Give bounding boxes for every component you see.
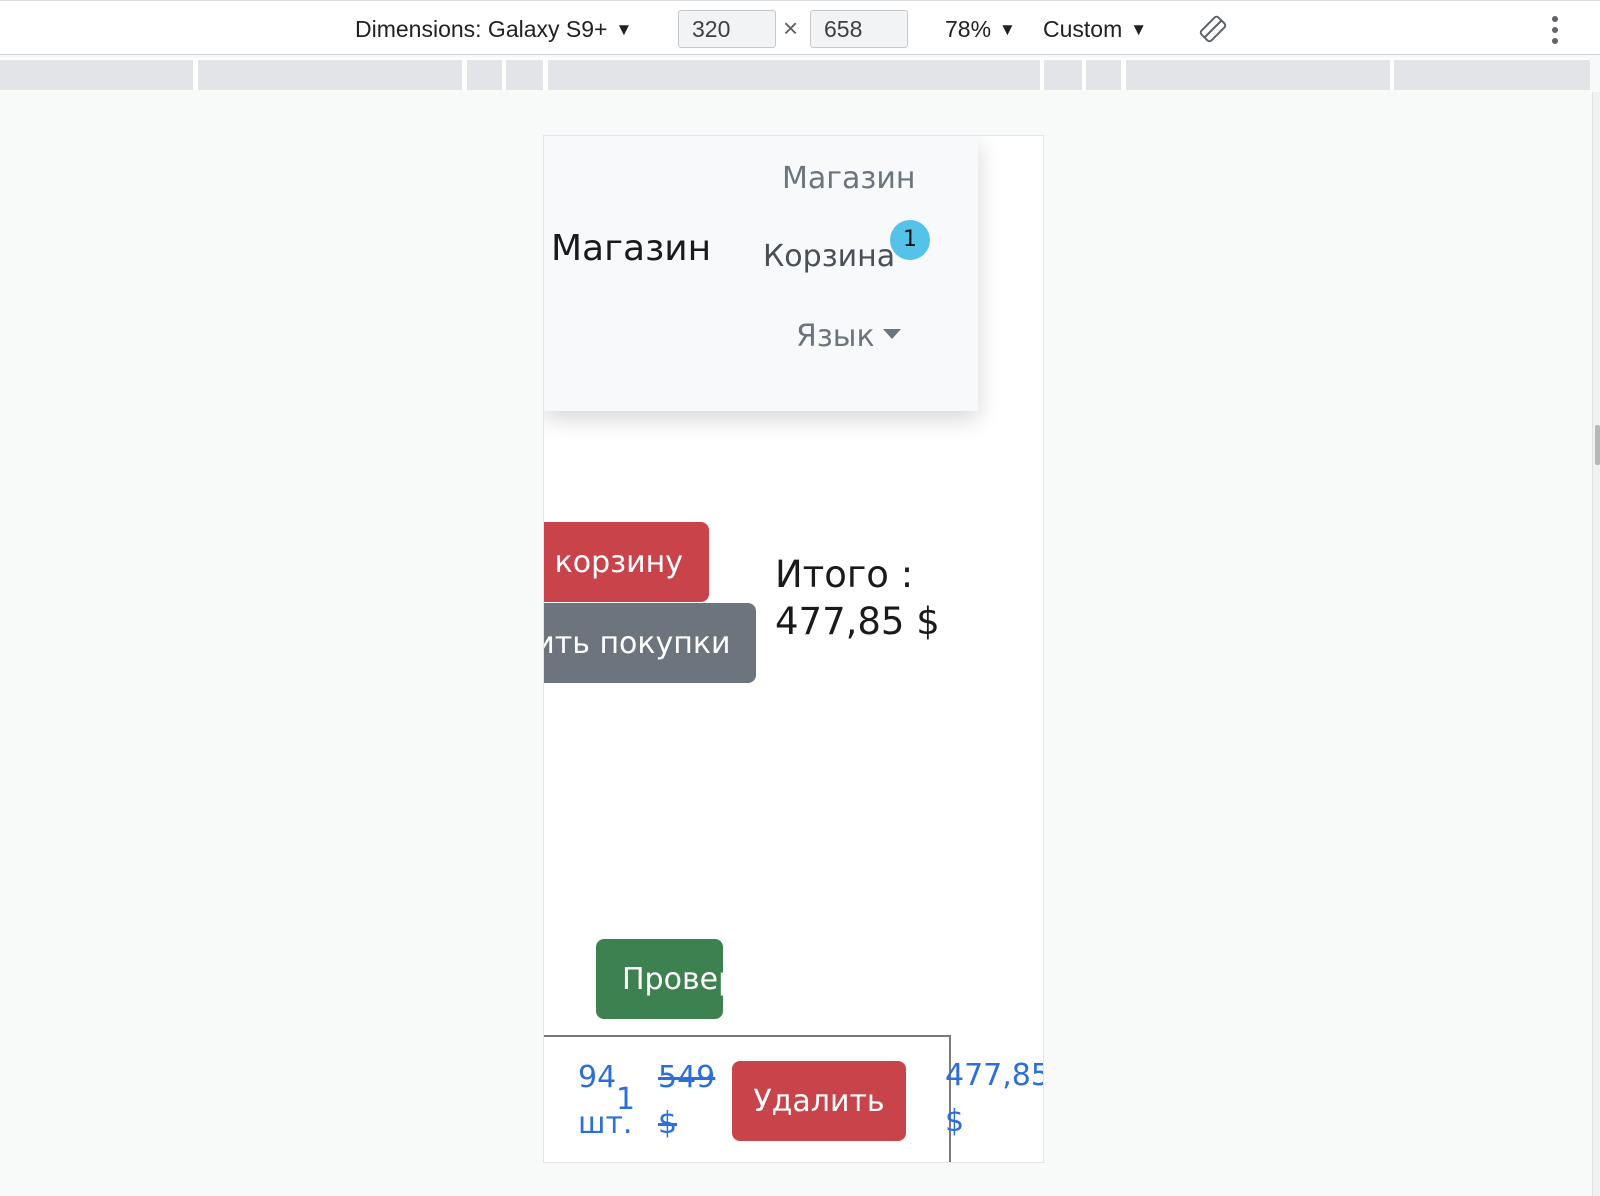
viewport-height-input[interactable]: 658	[810, 10, 908, 48]
devtools-device-toolbar: Dimensions: Galaxy S9+ ▼ 320 × 658 78% ▼ C…	[0, 0, 1600, 55]
device-dimensions-dropdown[interactable]: Dimensions: Galaxy S9+ ▼	[355, 15, 632, 44]
media-query-segment[interactable]	[0, 60, 193, 90]
media-query-segment[interactable]	[548, 60, 1040, 90]
item-old-price[interactable]: 549	[658, 1055, 715, 1101]
item-quantity[interactable]: 94	[578, 1055, 616, 1101]
language-label: Язык	[796, 319, 875, 354]
times-icon: ×	[783, 13, 799, 43]
viewport-width-input[interactable]: 320	[678, 10, 776, 48]
more-vertical-icon[interactable]	[1550, 15, 1560, 45]
item-price[interactable]: 477,85	[945, 1053, 1043, 1099]
navbar-brand[interactable]: Магазин	[551, 228, 711, 269]
zoom-label: 78%	[945, 16, 992, 42]
total-value: 477,85 $	[775, 600, 940, 643]
check-button[interactable]: Проверить	[596, 939, 723, 1019]
nav-link-shop[interactable]: Магазин	[782, 161, 915, 196]
caret-down-icon: ▼	[615, 20, 633, 39]
item-old-price-currency[interactable]: $	[658, 1101, 677, 1147]
zoom-dropdown[interactable]: 78% ▼	[945, 15, 1016, 44]
media-query-segment[interactable]	[506, 60, 543, 90]
rotate-icon[interactable]	[1198, 14, 1228, 44]
remove-item-button[interactable]: Удалить	[732, 1061, 906, 1141]
cart-count-badge: 1	[890, 220, 930, 260]
throttle-dropdown[interactable]: Custom ▼	[1043, 15, 1147, 44]
item-count[interactable]: 1	[616, 1077, 635, 1123]
media-query-segment[interactable]	[1126, 60, 1390, 90]
nav-link-cart[interactable]: Корзина	[763, 239, 895, 274]
media-query-ruler	[0, 58, 1590, 90]
device-viewport: Магазин Магазин Корзина 1 Язык Очистить …	[543, 135, 1044, 1163]
navbar: Магазин Магазин Корзина 1 Язык	[544, 136, 978, 411]
page-scrollbar[interactable]	[1592, 92, 1600, 1196]
device-dimensions-label: Dimensions: Galaxy S9+	[355, 16, 608, 42]
total-label: Итого :	[775, 553, 914, 596]
caret-down-icon: ▼	[999, 20, 1016, 39]
throttle-label: Custom	[1043, 16, 1123, 42]
language-dropdown[interactable]: Язык	[796, 319, 901, 354]
media-query-segment[interactable]	[198, 60, 462, 90]
continue-shopping-button[interactable]: Продолжить покупки	[544, 603, 756, 683]
caret-down-icon: ▼	[1130, 20, 1148, 39]
media-query-segment[interactable]	[1394, 60, 1590, 90]
media-query-segment[interactable]	[1044, 60, 1082, 90]
clear-cart-button[interactable]: Очистить корзину	[544, 522, 709, 602]
item-price-currency[interactable]: $	[945, 1099, 964, 1145]
caret-down-icon	[882, 329, 901, 339]
scrollbar-thumb[interactable]	[1595, 425, 1600, 465]
media-query-segment[interactable]	[1086, 60, 1121, 90]
media-query-segment[interactable]	[467, 60, 502, 90]
